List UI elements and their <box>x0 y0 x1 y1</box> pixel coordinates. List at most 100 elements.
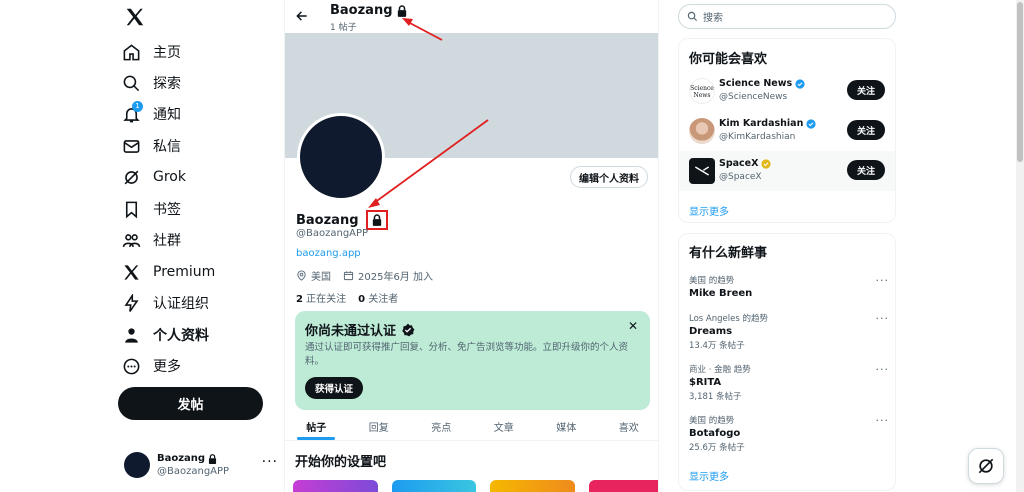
following-link[interactable]: 2 正在关注 <box>296 290 346 305</box>
account-switcher[interactable]: Baozang @BaozangAPP ··· <box>124 450 284 480</box>
nav-home[interactable]: 主页 <box>122 37 181 67</box>
account-handle: @SpaceX <box>719 172 762 182</box>
avatar <box>124 452 150 478</box>
nav-verified-orgs[interactable]: 认证组织 <box>122 288 209 318</box>
verify-card-title: 你尚未通过认证 <box>305 320 415 339</box>
setup-title: 开始你的设置吧 <box>295 455 387 470</box>
nav-communities[interactable]: 社群 <box>122 225 181 255</box>
account-name: Science News <box>719 78 793 89</box>
scrollbar-thumb[interactable] <box>1017 2 1023 162</box>
list-item[interactable]: SpaceX @SpaceX 关注 <box>679 151 895 191</box>
nav-premium[interactable]: Premium <box>122 257 215 287</box>
nav-messages[interactable]: 私信 <box>122 131 181 161</box>
trend-item[interactable]: 商业 · 金融 趋势 $RITA 3,181 条帖子 ··· <box>689 363 889 402</box>
search-input[interactable]: 搜索 <box>678 4 896 29</box>
follow-stats: 2 正在关注 0 关注者 <box>296 290 398 305</box>
trend-count: 13.4万 条帖子 <box>689 341 745 351</box>
followers-link[interactable]: 0 关注者 <box>358 290 398 305</box>
trends-title: 有什么新鲜事 <box>689 246 768 261</box>
nav-profile[interactable]: 个人资料 <box>122 320 209 350</box>
who-to-follow-title: 你可能会喜欢 <box>689 52 768 67</box>
trend-item[interactable]: 美国 的趋势 Botafogo 25.6万 条帖子 ··· <box>689 414 889 453</box>
nav-bookmarks-label: 书签 <box>153 202 181 218</box>
follow-button[interactable]: 关注 <box>847 160 885 180</box>
tab-media[interactable]: 媒体 <box>535 413 598 440</box>
mail-icon <box>122 137 141 156</box>
nav-grok-label: Grok <box>153 169 186 185</box>
account-name: Kim Kardashian <box>719 118 804 129</box>
lock-icon <box>208 453 217 464</box>
edit-profile-button[interactable]: 编辑个人资料 <box>570 166 648 188</box>
trend-item[interactable]: Los Angeles 的趋势 Dreams 13.4万 条帖子 ··· <box>689 312 889 351</box>
more-icon[interactable]: ··· <box>876 312 890 325</box>
more-circle-icon <box>122 357 141 376</box>
nav-grok[interactable]: Grok <box>122 162 186 192</box>
nav-explore[interactable]: 探索 <box>122 68 181 98</box>
setup-card[interactable] <box>490 480 575 492</box>
home-icon <box>122 43 141 62</box>
profile-meta: 美国 2025年6月 加入 <box>296 268 433 283</box>
nav-more[interactable]: 更多 <box>122 351 181 381</box>
setup-card[interactable] <box>588 480 658 492</box>
verification-prompt-card: 你尚未通过认证 ✕ 通过认证即可获得推广回复、分析、免广告浏览等功能。立即升级你… <box>295 311 650 410</box>
account-name: Baozang <box>157 453 206 464</box>
nav-bookmarks[interactable]: 书签 <box>122 194 181 224</box>
following-count: 2 <box>296 294 303 305</box>
more-icon[interactable]: ··· <box>876 363 890 376</box>
trend-title: $RITA <box>689 377 722 388</box>
avatar: Science News <box>689 78 715 104</box>
tab-articles[interactable]: 文章 <box>473 413 536 440</box>
follow-button[interactable]: 关注 <box>847 120 885 140</box>
bookmark-icon <box>122 200 141 219</box>
header-title: Baozang <box>330 3 407 18</box>
close-icon[interactable]: ✕ <box>628 319 638 333</box>
verify-card-text: 通过认证即可获得推广回复、分析、免广告浏览等功能。立即升级你的个人资料。 <box>305 342 629 367</box>
lock-icon <box>365 210 388 230</box>
search-icon <box>687 11 698 22</box>
header-name: Baozang <box>330 3 393 18</box>
list-item[interactable]: Kim Kardashian @KimKardashian 关注 <box>679 111 895 151</box>
get-verified-button[interactable]: 获得认证 <box>305 377 363 399</box>
profile-avatar[interactable] <box>297 113 385 201</box>
search-placeholder: 搜索 <box>703 13 723 24</box>
more-icon[interactable]: ··· <box>262 454 278 470</box>
tab-posts[interactable]: 帖子 <box>285 413 348 440</box>
lightning-icon <box>122 293 141 313</box>
post-button[interactable]: 发帖 <box>118 387 263 420</box>
more-icon[interactable]: ··· <box>876 274 890 287</box>
nav-communities-label: 社群 <box>153 233 181 249</box>
x-logo-icon[interactable] <box>124 6 146 28</box>
calendar-icon <box>343 270 354 281</box>
account-handle: @ScienceNews <box>719 92 788 102</box>
setup-cards <box>293 480 658 492</box>
trend-count: 3,181 条帖子 <box>689 392 742 402</box>
page-scrollbar[interactable] <box>1016 0 1024 492</box>
tab-likes[interactable]: 喜欢 <box>598 413 659 440</box>
back-arrow-icon[interactable] <box>295 9 309 23</box>
nav-more-label: 更多 <box>153 359 181 375</box>
nav-notifications[interactable]: 1 通知 <box>122 99 181 129</box>
setup-card[interactable] <box>293 480 378 492</box>
profile-display-name: Baozang <box>296 212 359 228</box>
more-icon[interactable]: ··· <box>876 414 890 427</box>
search-icon <box>122 74 141 93</box>
trend-title: Botafogo <box>689 428 741 439</box>
nav-explore-label: 探索 <box>153 76 181 92</box>
grok-icon <box>976 456 996 476</box>
show-more-link[interactable]: 显示更多 <box>689 468 729 483</box>
nav-notifications-label: 通知 <box>153 107 181 123</box>
setup-card[interactable] <box>391 480 476 492</box>
tab-highlights[interactable]: 亮点 <box>410 413 473 440</box>
follow-button[interactable]: 关注 <box>847 80 885 100</box>
profile-header-bar: Baozang 1 帖子 <box>285 0 658 33</box>
grok-floating-button[interactable] <box>968 448 1004 484</box>
nav-premium-label: Premium <box>153 264 216 280</box>
location-pin-icon <box>296 270 307 281</box>
communities-icon <box>122 231 141 250</box>
show-more-link[interactable]: 显示更多 <box>689 203 729 218</box>
tab-replies[interactable]: 回复 <box>348 413 411 440</box>
list-item[interactable]: Science News Science News @ScienceNews 关… <box>679 71 895 111</box>
followers-label: 关注者 <box>368 294 399 305</box>
trend-item[interactable]: 美国 的趋势 Mike Breen ··· <box>689 274 889 299</box>
profile-website-link[interactable]: baozang.app <box>296 248 361 259</box>
